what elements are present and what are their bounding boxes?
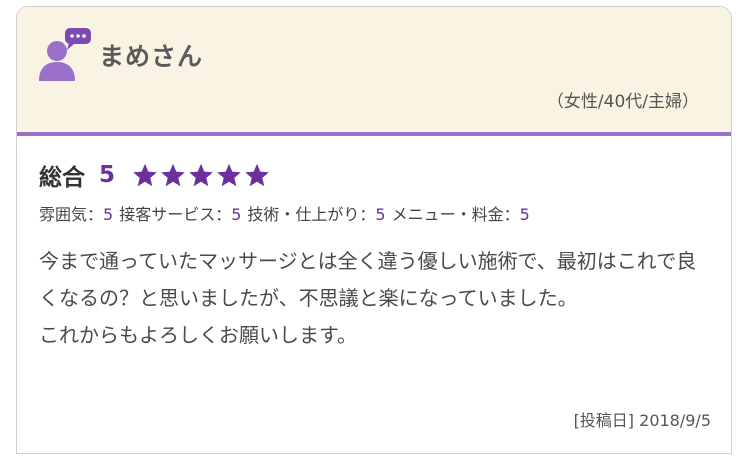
star-icon [189,163,213,186]
star-icon [245,163,269,186]
sub-score-label: メニュー・料金： [391,205,520,224]
review-comment: 今まで通っていたマッサージとは全く違う優しい施術で、最初はこれで良くなるの？と思… [39,249,697,347]
sub-scores: 雰囲気：5 接客サービス：5 技術・仕上がり：5 メニュー・料金：5 [39,201,711,225]
sub-score-item: メニュー・料金：5 [392,205,530,224]
star-rating [131,162,271,189]
sub-score-label: 雰囲気： [39,205,104,224]
sub-score-label: 接客サービス： [119,205,232,224]
sub-score-value: 5 [231,205,242,224]
overall-score: 5 [99,162,116,188]
sub-score-value: 5 [375,205,386,224]
review-header: まめさん （女性/40代/主婦） [17,7,731,136]
review-body: 総合 5 雰囲気：5 接客サービス：5 技術・仕上がり：5 メニュー・料金：5 今まで… [39,157,711,354]
sub-score-item: 雰囲気：5 [39,205,113,224]
overall-rating: 総合 5 [39,157,711,193]
star-icon [133,163,157,186]
sub-score-value: 5 [103,205,114,224]
sub-score-label: 技術・仕上がり： [247,205,376,224]
person-with-speech-bubble-icon [39,28,91,81]
sub-score-item: 技術・仕上がり：5 [247,205,385,224]
review-card: まめさん （女性/40代/主婦） 総合 5 雰囲気：5 接客サービス：5 技術・仕上… [16,6,732,454]
overall-label: 総合 [39,165,85,191]
star-icon [217,163,241,186]
sub-score-item: 接客サービス：5 [119,205,241,224]
posted-date: [投稿日] 2018/9/5 [573,411,711,430]
reviewer-profile: （女性/40代/主婦） [546,92,699,112]
reviewer-name: まめさん [99,42,204,71]
sub-score-value: 5 [519,205,530,224]
star-icon [161,163,185,186]
